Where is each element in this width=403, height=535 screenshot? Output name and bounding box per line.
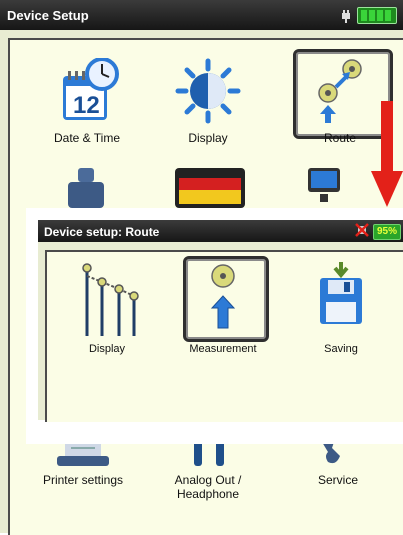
network-icon (300, 168, 380, 213)
tile-analog-out-headphone[interactable]: Analog Out / Headphone (153, 438, 263, 501)
wrench-icon (298, 440, 378, 472)
tile-saving[interactable]: Saving (291, 262, 391, 355)
tile-printer-settings[interactable]: Printer settings (28, 438, 138, 487)
measurement-icon (188, 264, 258, 342)
title-bar: Device Setup (0, 0, 403, 30)
dialog-tile-label: Saving (324, 343, 358, 355)
printer-icon (43, 438, 123, 472)
dialog-tile-label: Display (88, 343, 126, 355)
sensor-icon (62, 168, 110, 213)
red-arrow-icon (371, 101, 403, 212)
dialog-title-bar: Device setup: Route 95% (38, 220, 403, 242)
save-icon (306, 262, 376, 342)
sensor-disconnected-icon (355, 223, 369, 240)
plug-icon (341, 9, 351, 23)
tile-label: Printer settings (42, 473, 124, 487)
tile-display[interactable]: Display (153, 58, 263, 145)
analog-out-icon (168, 438, 248, 472)
calendar-clock-icon: 12 (47, 57, 127, 130)
dialog-tile-label: Measurement (189, 343, 257, 355)
battery-level: 95% (372, 223, 401, 240)
tile-route-display[interactable]: Display (57, 262, 157, 355)
brightness-icon (168, 58, 248, 130)
tile-service[interactable]: Service (283, 438, 393, 487)
tile-measurement[interactable]: Measurement (173, 262, 273, 355)
tile-label: Service (317, 473, 358, 487)
dialog-title: Device setup: Route (44, 225, 160, 239)
screen-title: Device Setup (7, 8, 89, 23)
calendar-day: 12 (73, 92, 100, 119)
battery-icon (357, 7, 397, 24)
route-display-icon (72, 263, 142, 342)
tile-label: Date & Time (53, 131, 121, 145)
tile-date-time[interactable]: 12 Date & Time (32, 57, 142, 145)
language-flag-icon (175, 168, 245, 213)
route-icon (300, 59, 380, 130)
tile-label: Display (188, 131, 228, 145)
tile-label: Analog Out / Headphone (174, 473, 242, 501)
